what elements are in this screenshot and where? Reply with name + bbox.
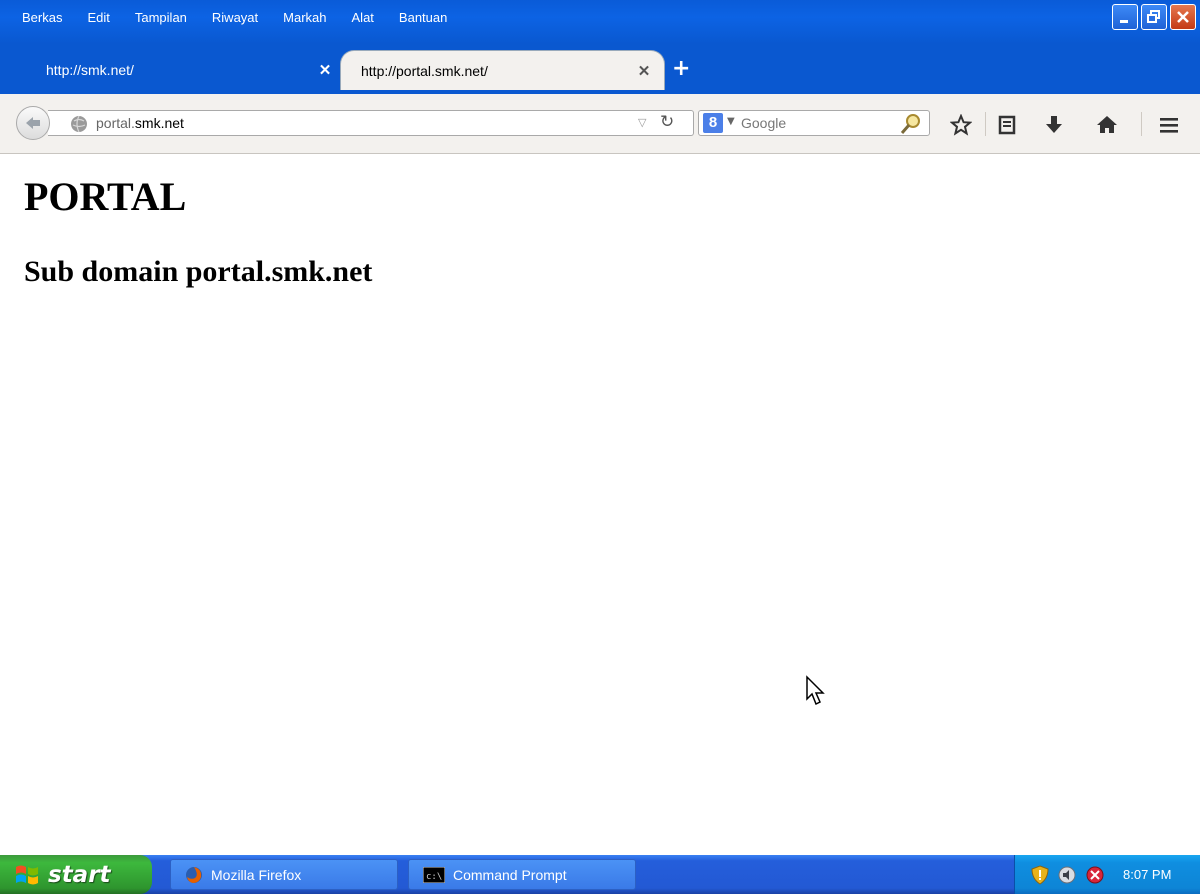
menu-riwayat[interactable]: Riwayat	[196, 10, 267, 25]
close-icon	[1177, 11, 1189, 23]
window-controls	[1112, 4, 1196, 30]
mouse-cursor-icon	[806, 675, 825, 706]
menu-bar: Berkas Edit Tampilan Riwayat Markah Alat…	[6, 10, 456, 25]
system-tray: 8:07 PM	[1014, 855, 1200, 894]
start-button[interactable]: start	[0, 855, 152, 894]
cmd-icon: c:\	[423, 866, 445, 883]
tab-smk[interactable]: http://smk.net/ ✕	[20, 50, 345, 90]
start-label: start	[48, 861, 111, 888]
restore-icon	[1147, 10, 1160, 23]
firefox-icon	[186, 866, 202, 883]
globe-icon	[71, 115, 87, 133]
taskbar: start Mozilla Firefox c:\ Command Prompt…	[0, 855, 1200, 894]
taskbar-item-command-prompt[interactable]: c:\ Command Prompt	[408, 859, 636, 890]
toolbar-separator	[985, 112, 986, 136]
tab-close-icon[interactable]: ✕	[632, 62, 656, 80]
taskbar-item-firefox[interactable]: Mozilla Firefox	[170, 859, 398, 890]
page-content: PORTAL Sub domain portal.smk.net	[0, 155, 1200, 855]
reload-icon[interactable]: ↻	[660, 112, 674, 132]
tray-sound-icon[interactable]	[1057, 865, 1077, 885]
home-icon[interactable]	[1096, 114, 1118, 136]
menu-tampilan[interactable]: Tampilan	[119, 10, 196, 25]
windows-logo-icon	[16, 865, 38, 884]
page-subtitle: Sub domain portal.smk.net	[24, 255, 373, 288]
close-window-button[interactable]	[1170, 4, 1196, 30]
menu-berkas[interactable]: Berkas	[6, 10, 71, 25]
menu-markah[interactable]: Markah	[267, 10, 335, 25]
tab-portal[interactable]: http://portal.smk.net/ ✕	[340, 50, 665, 90]
clock[interactable]: 8:07 PM	[1123, 867, 1171, 882]
restore-button[interactable]	[1141, 4, 1167, 30]
tab-close-icon[interactable]: ✕	[313, 61, 337, 79]
nav-bar: portal.smk.net ▽ ↻ 8 ▼ Google	[0, 94, 1200, 154]
search-input[interactable]: Google	[741, 115, 786, 131]
dropdown-icon[interactable]: ▽	[638, 116, 646, 129]
minimize-button[interactable]	[1112, 4, 1138, 30]
reading-list-icon[interactable]	[996, 114, 1018, 136]
menu-bantuan[interactable]: Bantuan	[383, 10, 456, 25]
title-bar: Berkas Edit Tampilan Riwayat Markah Alat…	[0, 0, 1200, 44]
url-text[interactable]: portal.smk.net	[96, 115, 184, 131]
url-bar[interactable]: portal.smk.net ▽ ↻	[48, 110, 694, 136]
search-icon[interactable]	[899, 112, 923, 136]
chevron-down-icon[interactable]: ▼	[727, 116, 735, 127]
toolbar-separator	[1141, 112, 1142, 136]
page-title: PORTAL	[24, 174, 187, 219]
bookmark-star-icon[interactable]	[950, 114, 972, 136]
menu-icon[interactable]	[1158, 114, 1180, 136]
search-bar[interactable]: 8 ▼ Google	[698, 110, 930, 136]
taskbar-item-label: Mozilla Firefox	[211, 866, 302, 883]
tray-security-icon[interactable]	[1085, 865, 1105, 885]
tab-strip: http://smk.net/ ✕ http://portal.smk.net/…	[0, 44, 1200, 94]
tray-shield-icon[interactable]	[1031, 864, 1049, 885]
minimize-icon	[1120, 20, 1128, 23]
menu-alat[interactable]: Alat	[336, 10, 383, 25]
tab-label: http://portal.smk.net/	[361, 62, 488, 79]
back-icon	[26, 117, 40, 129]
menu-edit[interactable]: Edit	[71, 10, 118, 25]
new-tab-button[interactable]: +	[672, 56, 690, 81]
back-button[interactable]	[16, 106, 50, 140]
google-icon[interactable]: 8	[703, 113, 723, 133]
svg-text:c:\: c:\	[426, 872, 442, 882]
download-icon[interactable]	[1043, 114, 1065, 136]
taskbar-item-label: Command Prompt	[453, 866, 567, 883]
tab-label: http://smk.net/	[46, 62, 134, 78]
